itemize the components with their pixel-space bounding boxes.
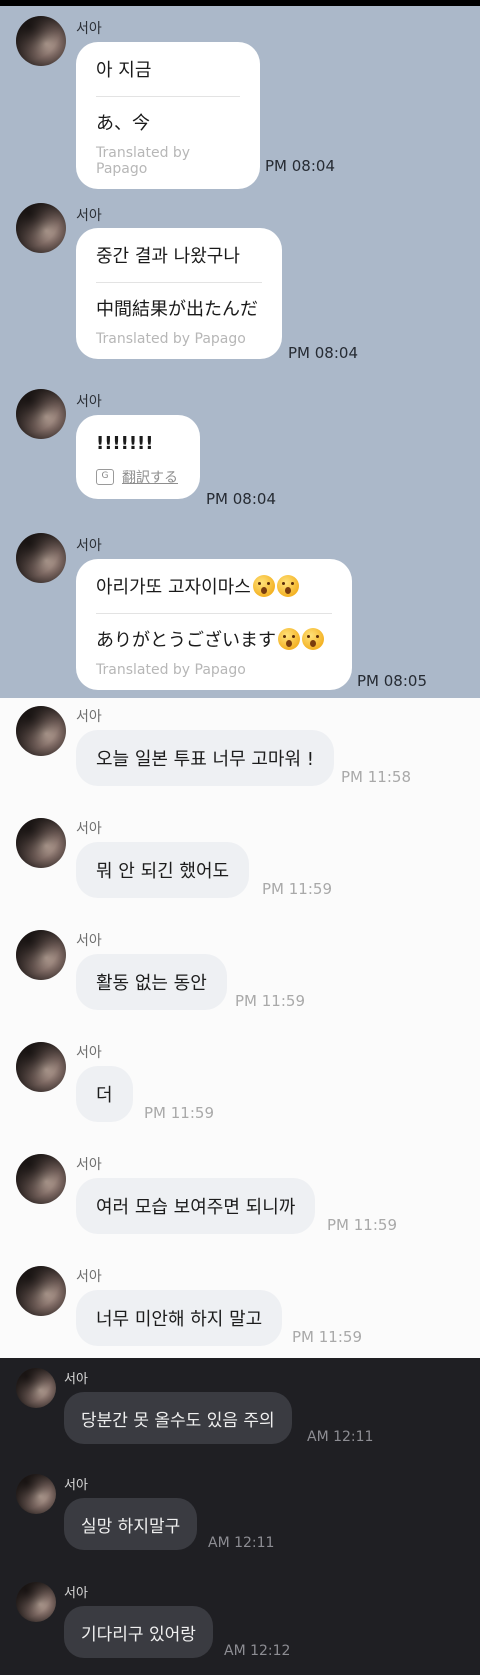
translated-by-label: Translated by Papago	[96, 662, 246, 678]
timestamp: PM 11:59	[235, 992, 305, 1010]
sender-name: 서아	[64, 1478, 88, 1493]
timestamp: AM 12:11	[307, 1429, 374, 1445]
sender-name: 서아	[76, 538, 102, 554]
timestamp: PM 08:04	[265, 157, 335, 175]
timestamp: PM 11:59	[262, 880, 332, 898]
sender-name: 서아	[64, 1586, 88, 1601]
translated-text-line: ありがとうございます	[96, 626, 332, 656]
message-bubble[interactable]: 아 지금 あ、今 Translated by Papago	[76, 42, 260, 189]
timestamp: AM 12:11	[208, 1535, 275, 1551]
avatar[interactable]	[16, 533, 66, 583]
chat-screenshot-collage: 서아 아 지금 あ、今 Translated by Papago PM 08:0…	[0, 0, 480, 1675]
timestamp: PM 08:04	[288, 344, 358, 362]
message-bubble[interactable]: 기다리구 있어랑	[64, 1606, 213, 1658]
sender-name: 서아	[76, 208, 102, 224]
sender-name: 서아	[76, 394, 102, 410]
original-text: 아 지금	[96, 60, 152, 81]
timestamp: PM 08:04	[206, 490, 276, 508]
avatar[interactable]	[16, 1474, 56, 1514]
message-bubble[interactable]: 여러 모습 보여주면 되니까	[76, 1178, 316, 1234]
message-bubble[interactable]: 아리가또 고자이마스 ありがとうございます Translated by Papa…	[76, 559, 352, 690]
avatar[interactable]	[16, 1266, 66, 1316]
message-bubble[interactable]: 당분간 못 올수도 있음 주의	[64, 1392, 292, 1444]
timestamp: PM 08:05	[357, 672, 427, 690]
avatar[interactable]	[16, 1368, 56, 1408]
avatar[interactable]	[16, 706, 66, 756]
timestamp: PM 11:59	[292, 1328, 362, 1346]
avatar[interactable]	[16, 1582, 56, 1622]
sender-name: 서아	[76, 1157, 102, 1173]
translate-icon: G	[96, 469, 114, 485]
avatar[interactable]	[16, 203, 66, 253]
astonished-face-icon	[276, 575, 299, 597]
dark-chat-section: 서아 당분간 못 올수도 있음 주의 AM 12:11 서아 실망 하지말구 A…	[0, 1358, 480, 1675]
avatar[interactable]	[16, 818, 66, 868]
translated-text: あ、今	[96, 113, 150, 134]
translated-text: ありがとうございます	[96, 630, 276, 651]
sender-name: 서아	[76, 821, 102, 837]
divider	[96, 282, 262, 283]
divider	[96, 613, 332, 614]
translated-text: 中間結果が出たんだ	[96, 299, 258, 320]
message-bubble[interactable]: 너무 미안해 하지 말고	[76, 1290, 283, 1346]
translate-button[interactable]: G 翻訳する	[96, 467, 180, 487]
translated-by-label: Translated by Papago	[96, 331, 246, 347]
avatar[interactable]	[16, 1042, 66, 1092]
sender-name: 서아	[76, 21, 102, 37]
timestamp: AM 12:12	[224, 1643, 291, 1659]
message-bubble[interactable]: 실망 하지말구	[64, 1498, 198, 1550]
sender-name: 서아	[76, 933, 102, 949]
message-bubble[interactable]: 오늘 일본 투표 너무 고마워 !	[76, 730, 334, 786]
timestamp: PM 11:59	[144, 1104, 214, 1122]
timestamp: PM 11:59	[327, 1216, 397, 1234]
sender-name: 서아	[64, 1372, 88, 1387]
original-text: !!!!!!!	[96, 433, 154, 454]
astonished-face-icon	[302, 628, 324, 650]
sender-name: 서아	[76, 709, 102, 725]
message-bubble[interactable]: !!!!!!! G 翻訳する	[76, 415, 200, 499]
astonished-face-icon	[278, 628, 300, 650]
translate-button-label: 翻訳する	[122, 470, 178, 486]
avatar[interactable]	[16, 930, 66, 980]
line-chat-section: 서아 아 지금 あ、今 Translated by Papago PM 08:0…	[0, 0, 480, 698]
divider	[96, 96, 240, 97]
astonished-face-icon	[252, 575, 275, 597]
message-bubble[interactable]: 뭐 안 되긴 했어도	[76, 842, 250, 898]
sender-name: 서아	[76, 1045, 102, 1061]
message-bubble[interactable]: 활동 없는 동안	[76, 954, 227, 1010]
light-chat-section: 서아 오늘 일본 투표 너무 고마워 ! PM 11:58 서아 뭐 안 되긴 …	[0, 698, 480, 1358]
avatar[interactable]	[16, 16, 66, 66]
avatar[interactable]	[16, 1154, 66, 1204]
message-bubble[interactable]: 더	[76, 1066, 133, 1122]
translated-by-label: Translated by Papago	[96, 145, 191, 177]
message-bubble[interactable]: 중간 결과 나왔구나 中間結果が出たんだ Translated by Papag…	[76, 228, 282, 359]
original-text-line: 아리가또 고자이마스	[96, 573, 332, 603]
timestamp: PM 11:58	[341, 768, 411, 786]
original-text: 아리가또 고자이마스	[96, 577, 251, 598]
avatar[interactable]	[16, 389, 66, 439]
sender-name: 서아	[76, 1269, 102, 1285]
original-text: 중간 결과 나왔구나	[96, 246, 240, 267]
